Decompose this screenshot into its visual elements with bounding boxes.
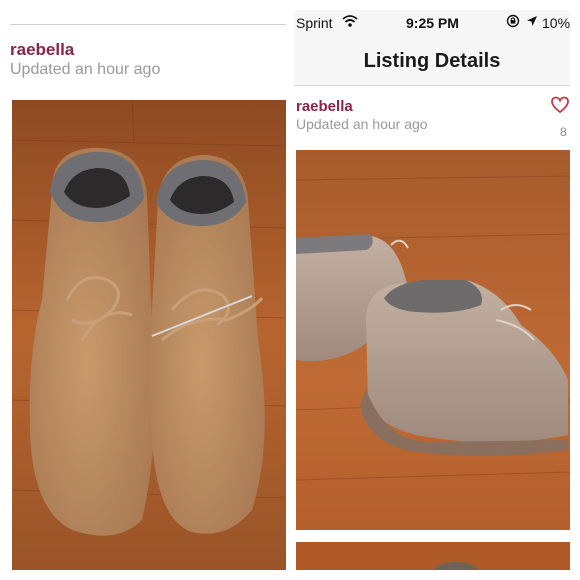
left-listing-screenshot: raebella Updated an hour ago xyxy=(10,10,286,570)
page-title: Listing Details xyxy=(363,50,501,72)
battery-level: 10% xyxy=(542,15,570,31)
divider xyxy=(10,24,286,25)
carrier-label: Sprint xyxy=(296,15,333,31)
status-time: 9:25 PM xyxy=(406,15,459,31)
nav-bar: Listing Details xyxy=(294,36,570,86)
seller-username[interactable]: raebella xyxy=(10,40,74,60)
like-count: 8 xyxy=(560,125,567,139)
updated-timestamp: Updated an hour ago xyxy=(296,116,428,132)
seller-username[interactable]: raebella xyxy=(296,98,353,115)
status-icons xyxy=(506,14,538,28)
listing-photo-partial[interactable] xyxy=(296,542,570,570)
right-listing-screenshot: Sprint 9:25 PM 10% Listing Details raebe… xyxy=(294,10,570,570)
rotation-lock-icon xyxy=(506,14,520,28)
listing-photo-side-view[interactable] xyxy=(296,150,570,530)
location-arrow-icon xyxy=(527,16,537,26)
status-bar: Sprint 9:25 PM 10% xyxy=(294,10,570,36)
updated-timestamp: Updated an hour ago xyxy=(10,61,161,78)
wifi-icon xyxy=(342,14,358,31)
listing-photo-top-view[interactable] xyxy=(12,100,286,570)
heart-icon[interactable] xyxy=(550,96,570,119)
